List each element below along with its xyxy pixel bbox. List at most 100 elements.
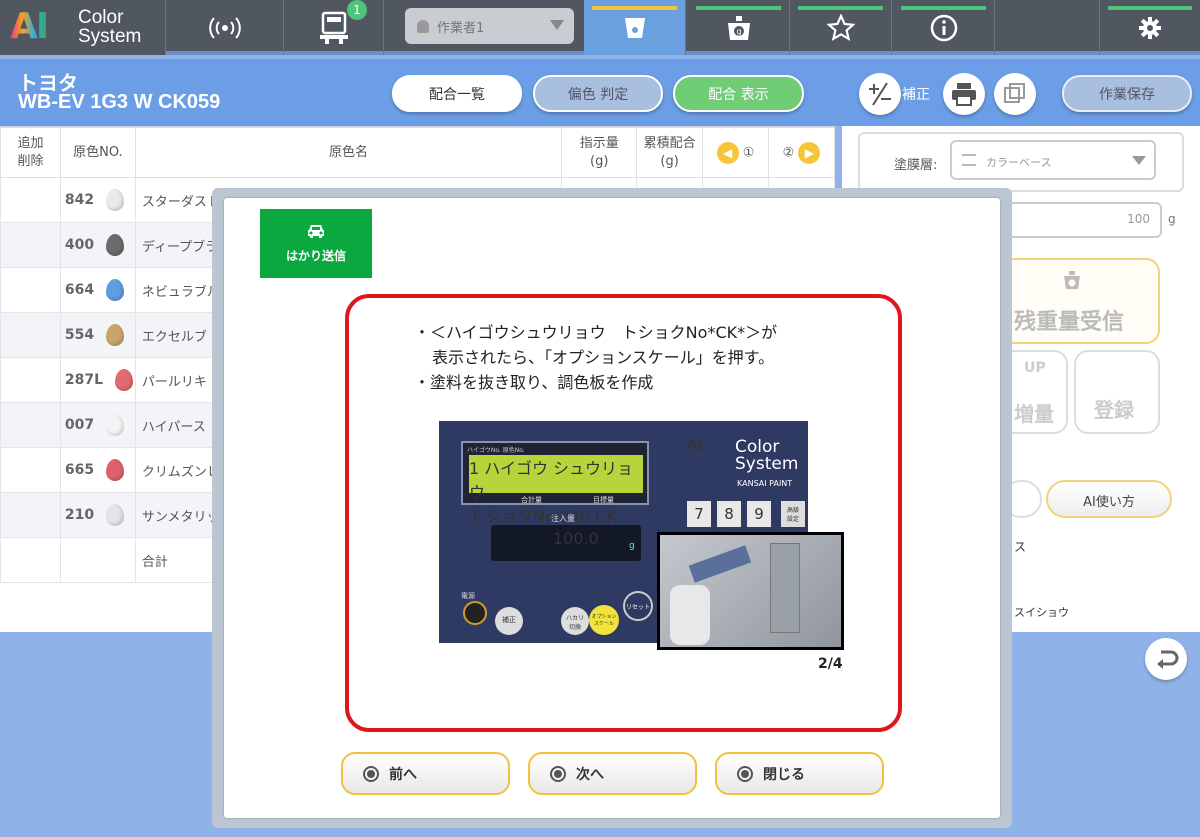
add-delete-cell[interactable] (0, 312, 61, 358)
color-no: 665 (64, 461, 95, 478)
keypad-key: 7 (687, 501, 711, 527)
info-text-1: ス (1014, 540, 1027, 554)
label-target: 目標量 (593, 496, 614, 504)
connection-button[interactable] (166, 0, 284, 55)
tab-mixing[interactable] (584, 0, 686, 55)
save-work-button[interactable]: 作業保存 (1062, 75, 1192, 112)
color-no: 287L (64, 371, 104, 388)
color-no: 007 (64, 416, 95, 433)
printer-icon (952, 83, 976, 106)
color-no: 210 (64, 506, 95, 523)
paint-drop-icon (106, 189, 125, 211)
step2-label: ② (782, 145, 795, 160)
add-delete-cell[interactable] (0, 447, 61, 493)
color-no: 400 (64, 236, 95, 253)
gear-icon (1139, 16, 1161, 39)
lcd-screen: 1 ハイゴウ シュウリョウ トショクNo.040 CK (469, 455, 643, 526)
info-text-2: スイショウ (1014, 606, 1069, 619)
add-delete-cell[interactable] (0, 357, 61, 403)
worker-name: 作業者1 (437, 20, 485, 36)
chevron-down-icon (550, 20, 564, 30)
arrow-left-icon[interactable]: ◀ (716, 141, 739, 164)
add-delete-cell[interactable] (0, 402, 61, 448)
increase-label: 増量 (1014, 402, 1054, 426)
star-icon (826, 13, 855, 41)
tab-favorites[interactable] (790, 0, 892, 55)
correction-button[interactable] (859, 73, 901, 115)
paint-drop-icon (106, 414, 125, 436)
close-button[interactable]: 閉じる (715, 752, 884, 795)
color-no-cell: 400 (59, 222, 136, 268)
digit-display: 100.0 g (491, 525, 641, 561)
color-no-cell: 007 (59, 402, 136, 448)
undo-button[interactable] (1145, 638, 1187, 680)
lcd-panel: ハイゴウNo. 原色No. 1 ハイゴウ シュウリョウ トショクNo.040 C… (461, 441, 649, 526)
keypad-key: 8 (717, 501, 741, 527)
add-delete-cell[interactable] (0, 177, 61, 223)
color-no-cell: 664 (59, 267, 136, 313)
amount-unit: g (1168, 212, 1176, 226)
print-button[interactable] (943, 73, 985, 115)
brand-line3: KANSAI PAINT (737, 479, 793, 488)
top-toolbar: AI Color System 1 作業者1 g (0, 0, 1200, 55)
view-button[interactable] (994, 73, 1036, 115)
label-total: 合計量 (521, 496, 542, 504)
layer-label: 塗膜層: (894, 158, 938, 173)
empty-tab (996, 0, 1100, 55)
add-delete-cell[interactable] (0, 267, 61, 313)
logo-mark: AI (10, 6, 49, 47)
worker-select[interactable]: 作業者1 (405, 8, 574, 44)
color-no-cell: 287L (59, 357, 136, 403)
formula-display-button[interactable]: 配合 表示 (673, 75, 804, 112)
circle-icon (737, 765, 753, 782)
settings-button[interactable] (1100, 0, 1200, 55)
test-panel (770, 543, 800, 633)
close-label: 閉じる (763, 766, 805, 783)
tab-info[interactable] (893, 0, 995, 55)
tab-scale[interactable]: g (688, 0, 790, 55)
logo-line1: Color (78, 7, 124, 28)
empty-cell (0, 537, 61, 583)
photo-option-button: オプション スケール (589, 605, 619, 635)
user-icon (417, 19, 429, 33)
send-to-scale-button[interactable]: はかり送信 (260, 209, 372, 278)
brand-mark: AI (687, 435, 703, 454)
formula-list-button[interactable]: 配合一覧 (392, 75, 522, 112)
next-button[interactable]: 次へ (528, 752, 697, 795)
scale-device-button[interactable] (284, 0, 384, 55)
color-judge-button[interactable]: 偏色 判定 (533, 75, 663, 112)
list-icon (962, 154, 976, 166)
add-delete-cell[interactable] (0, 222, 61, 268)
brand-line2: System (735, 454, 799, 474)
lcd-line1: 1 ハイゴウ シュウリョウ (469, 459, 634, 502)
paint-drop-icon (106, 324, 125, 346)
instruction-line1: ・＜ハイゴウシュウリョウ トショクNo*CK*＞が (414, 323, 778, 342)
step1-label: ① (742, 145, 755, 160)
app-logo: AI Color System (0, 0, 166, 55)
empty-cell (59, 537, 136, 583)
color-no-cell: 665 (59, 447, 136, 493)
ai-usage-button[interactable]: AI使い方 (1046, 480, 1172, 518)
power-button (463, 601, 487, 625)
paint-drop-icon (115, 369, 134, 391)
amount-input[interactable]: 100 (1002, 202, 1162, 238)
layer-box: 塗膜層: カラーベース (858, 132, 1184, 192)
arrow-right-icon[interactable]: ▶ (798, 141, 821, 164)
info-icon (930, 14, 957, 41)
col-color-no: 原色NO. (59, 127, 136, 178)
next-label: 次へ (576, 766, 604, 783)
scale-machine-icon (319, 11, 348, 44)
instruction-line2: 表示されたら、「オプションスケール」を押す。 (432, 348, 775, 367)
color-no-cell: 210 (59, 492, 136, 538)
register-button[interactable]: 登録 (1074, 350, 1160, 434)
dialog-body: はかり送信 ・＜ハイゴウシュウリョウ トショクNo*CK*＞が 表示されたら、「… (224, 198, 1000, 818)
prev-button[interactable]: 前へ (341, 752, 510, 795)
register-label: 登録 (1094, 398, 1134, 422)
add-delete-cell[interactable] (0, 492, 61, 538)
paint-drop-icon (106, 234, 125, 256)
receive-weight-label: 残重量受信 (1014, 310, 1125, 335)
layer-select[interactable]: カラーベース (950, 140, 1156, 180)
power-label: 電源 (461, 592, 475, 600)
correction-label: 補正 (902, 87, 930, 103)
logo-line2: System (78, 26, 142, 47)
